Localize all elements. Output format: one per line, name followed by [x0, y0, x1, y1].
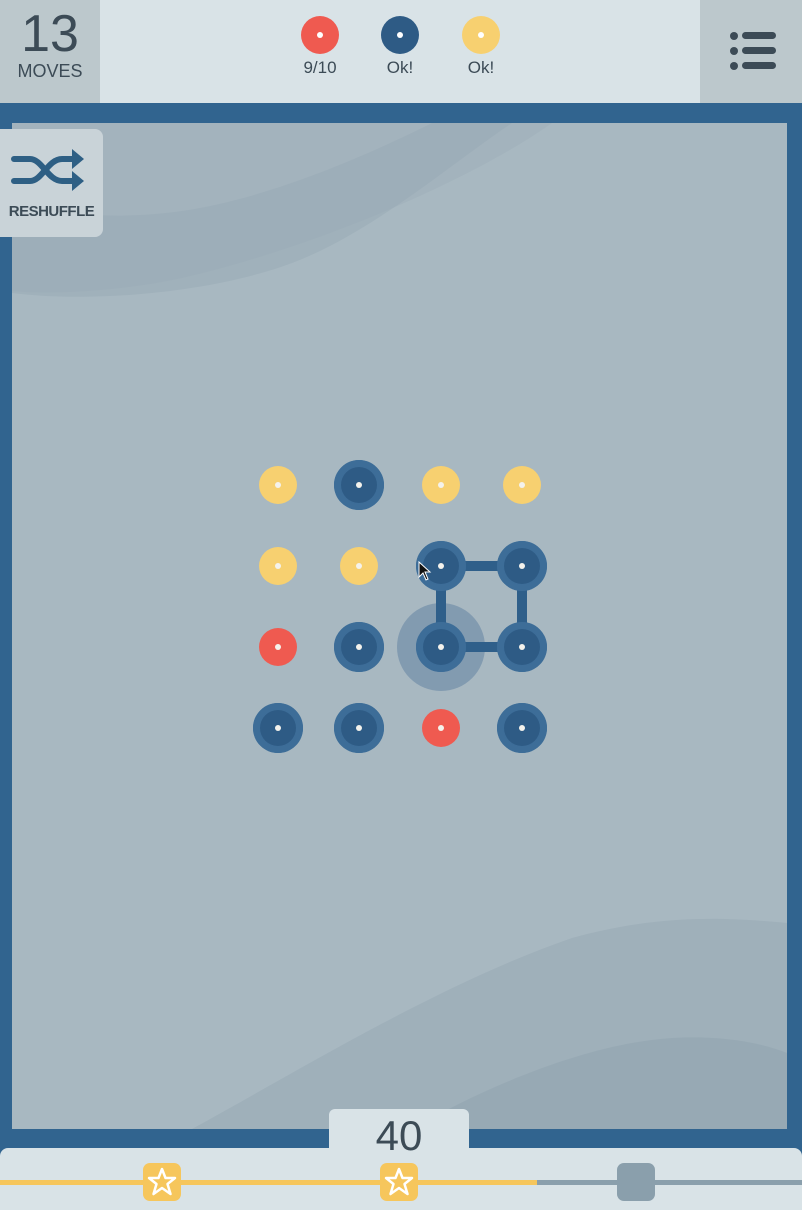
blue-dot-icon	[381, 16, 419, 54]
star-icon	[384, 1167, 414, 1196]
dot-r4c4[interactable]	[497, 703, 547, 753]
moves-counter: 13 MOVES	[0, 0, 100, 103]
dot-r4c1[interactable]	[253, 703, 303, 753]
yellow-dot-icon	[462, 16, 500, 54]
next-star-marker	[617, 1163, 655, 1201]
goal-blue-label: Ok!	[386, 58, 414, 77]
dot-r3c4[interactable]	[497, 622, 547, 672]
moves-label: MOVES	[17, 61, 83, 81]
dot-r4c2[interactable]	[334, 703, 384, 753]
dot-r2c3[interactable]	[416, 541, 466, 591]
progress-fill	[0, 1180, 537, 1185]
star-badge-2	[380, 1163, 418, 1201]
menu-button[interactable]	[700, 0, 802, 103]
score-tab: 40	[329, 1109, 469, 1159]
reshuffle-button[interactable]: RESHUFFLE	[0, 129, 103, 237]
red-dot-icon	[301, 16, 339, 54]
dot-r3c3[interactable]	[416, 622, 466, 672]
goal-blue: Ok!	[370, 16, 430, 78]
goal-red-label: 9/10	[303, 58, 337, 77]
dot-r2c1[interactable]	[259, 547, 297, 585]
shuffle-icon	[11, 149, 84, 191]
game-board	[12, 123, 787, 1129]
dot-r3c1[interactable]	[259, 628, 297, 666]
dot-r3c2[interactable]	[334, 622, 384, 672]
top-bar: 13 MOVES 9/10 Ok! Ok!	[0, 0, 802, 103]
dot-r1c1[interactable]	[259, 466, 297, 504]
score-value: 40	[375, 1112, 423, 1159]
reshuffle-label: RESHUFFLE	[8, 203, 95, 220]
background-wave-top	[12, 123, 787, 1129]
list-menu-icon	[730, 32, 776, 70]
star-icon	[147, 1167, 177, 1196]
goal-red: 9/10	[290, 16, 350, 78]
dot-r4c3[interactable]	[422, 709, 460, 747]
dot-r1c3[interactable]	[422, 466, 460, 504]
dot-r2c2[interactable]	[340, 547, 378, 585]
star-badge-1	[143, 1163, 181, 1201]
dot-r2c4[interactable]	[497, 541, 547, 591]
goals: 9/10 Ok! Ok!	[290, 16, 530, 86]
dot-r1c4[interactable]	[503, 466, 541, 504]
dot-r1c2[interactable]	[334, 460, 384, 510]
goal-yellow: Ok!	[451, 16, 511, 78]
moves-count: 13	[21, 5, 79, 63]
goal-yellow-label: Ok!	[467, 58, 495, 77]
